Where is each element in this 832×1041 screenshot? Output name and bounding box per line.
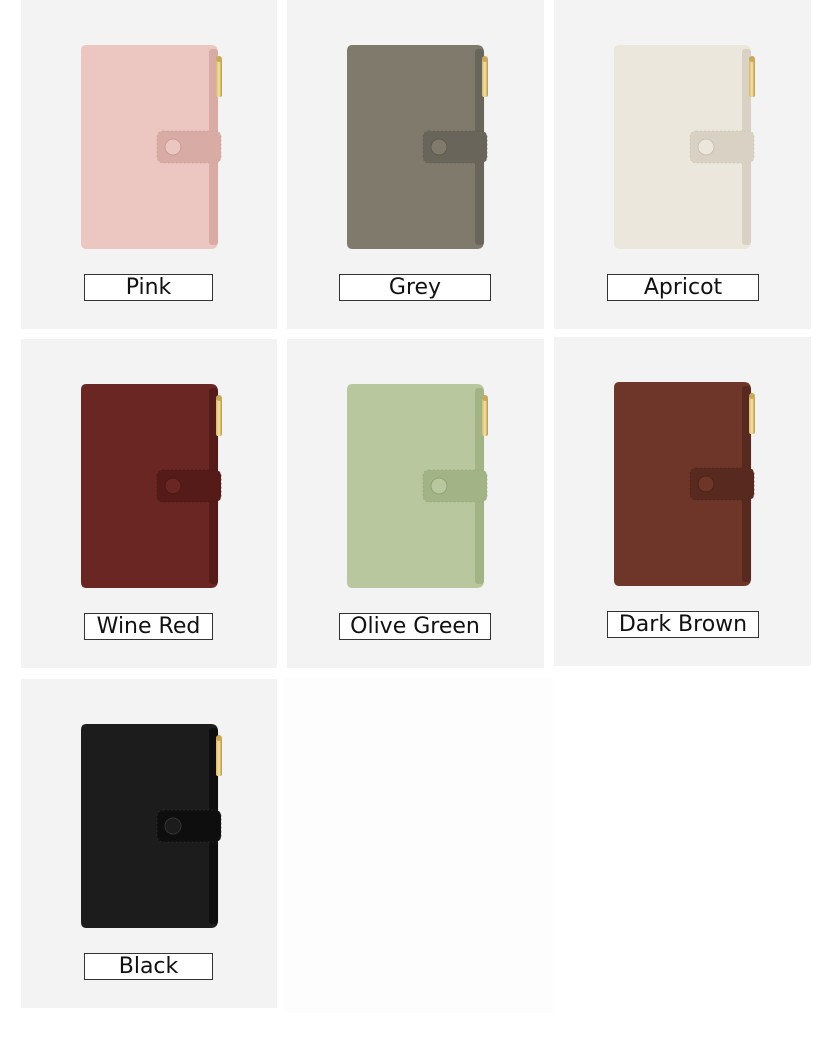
empty-card	[283, 678, 553, 1013]
snap-button-icon	[164, 817, 182, 835]
swatch-card-olive-green[interactable]: Olive Green	[287, 339, 544, 668]
zipper-pull-icon	[482, 59, 488, 97]
zipper-pull-icon	[216, 738, 222, 776]
swatch-card-wine-red[interactable]: Wine Red	[21, 339, 277, 668]
color-label-wine-red: Wine Red	[84, 613, 213, 640]
zipper-pull-icon	[749, 59, 755, 97]
wallet-image-wine-red	[81, 384, 222, 588]
color-label-olive-green: Olive Green	[339, 613, 491, 640]
swatch-card-grey[interactable]: Grey	[287, 0, 544, 329]
snap-button-icon	[164, 477, 182, 495]
wallet-image-black	[81, 724, 222, 928]
zipper-pull-icon	[216, 59, 222, 97]
wallet-image-olive-green	[347, 384, 488, 588]
zipper-pull-icon	[482, 398, 488, 436]
zipper-pull-icon	[216, 398, 222, 436]
snap-button-icon	[697, 138, 715, 156]
wallet-image-pink	[81, 45, 222, 249]
swatch-card-apricot[interactable]: Apricot	[554, 0, 811, 329]
snap-button-icon	[430, 138, 448, 156]
wallet-image-dark-brown	[614, 382, 755, 586]
color-label-black: Black	[84, 953, 213, 980]
swatch-card-black[interactable]: Black	[21, 679, 277, 1008]
color-label-pink: Pink	[84, 274, 213, 301]
snap-button-icon	[430, 477, 448, 495]
snap-button-icon	[697, 475, 715, 493]
zipper-pull-icon	[749, 396, 755, 434]
wallet-image-grey	[347, 45, 488, 249]
swatch-card-dark-brown[interactable]: Dark Brown	[554, 337, 811, 666]
color-label-grey: Grey	[339, 274, 491, 301]
snap-button-icon	[164, 138, 182, 156]
color-label-dark-brown: Dark Brown	[607, 611, 759, 638]
wallet-image-apricot	[614, 45, 755, 249]
color-label-apricot: Apricot	[607, 274, 759, 301]
swatch-card-pink[interactable]: Pink	[21, 0, 277, 329]
